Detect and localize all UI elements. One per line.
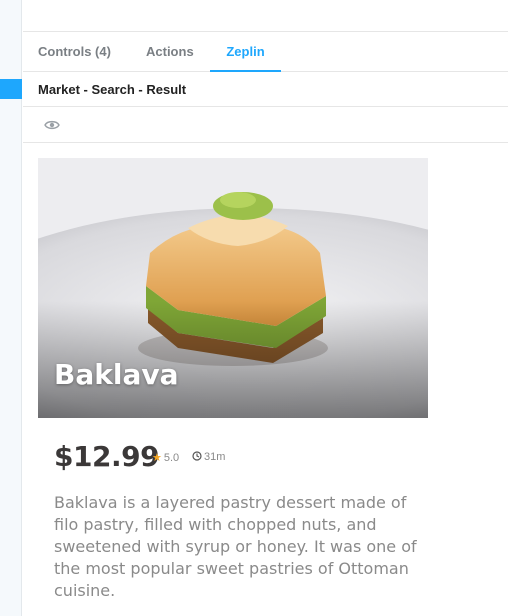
tab-controls[interactable]: Controls (4)	[38, 32, 111, 72]
active-story-indicator	[0, 79, 22, 99]
preview-toolbar	[23, 107, 508, 143]
tab-zeplin[interactable]: Zeplin	[210, 32, 281, 73]
top-bar	[23, 0, 508, 32]
addon-tab-bar: Controls (4) Actions Zeplin	[23, 32, 508, 73]
product-image: Baklava	[38, 158, 428, 418]
rating-value: 5.0	[163, 452, 180, 464]
product-meta: $12.99 ★ 5.0 31m	[54, 440, 434, 476]
product-name: Baklava	[54, 358, 179, 391]
rating: ★ 5.0	[152, 451, 179, 464]
tab-actions[interactable]: Actions	[146, 32, 194, 72]
product-price: $12.99	[54, 440, 160, 473]
cook-time-value: 31m	[204, 451, 226, 463]
left-sidebar	[0, 0, 22, 616]
cook-time: 31m	[192, 451, 225, 463]
clock-icon	[192, 451, 202, 461]
eye-icon[interactable]	[44, 119, 60, 131]
story-title: Market - Search - Result	[38, 82, 187, 97]
product-description: Baklava is a layered pastry dessert made…	[54, 493, 417, 600]
story-header: Market - Search - Result	[23, 72, 508, 107]
star-icon: ★	[152, 452, 162, 464]
